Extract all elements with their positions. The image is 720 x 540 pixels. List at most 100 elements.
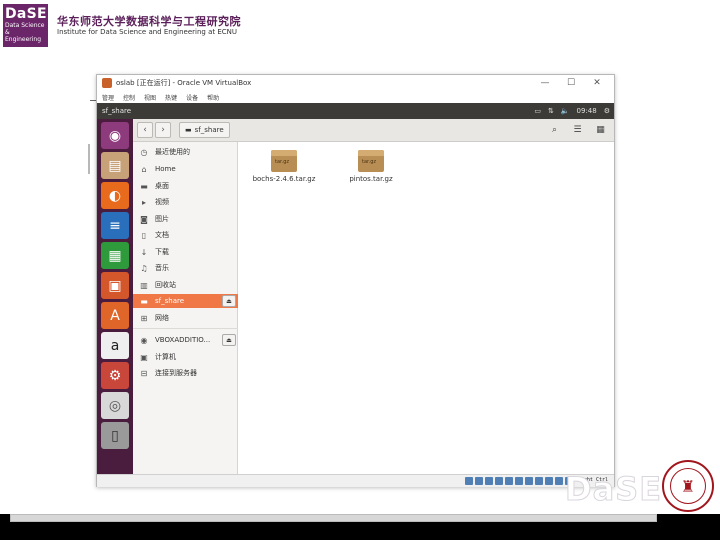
audio-icon[interactable] (484, 477, 493, 485)
files-toolbar: ‹ › ▬ sf_share ⌕ ☰ ▦ (133, 119, 614, 142)
drive-icon: ▬ (185, 126, 192, 134)
institute-name-cn: 华东师范大学数据科学与工程研究院 (57, 15, 241, 28)
close-button[interactable]: ✕ (584, 76, 610, 90)
back-button[interactable]: ‹ (137, 122, 153, 138)
camera-icon: ◙ (140, 214, 148, 224)
panel-indicators: ▭ ⇅ 🔈 09:48 ⚙ (534, 103, 610, 119)
volume-icon[interactable]: 🔈 (561, 107, 570, 115)
menu-control[interactable]: 控制 (123, 93, 135, 102)
path-bar-button[interactable]: ▬ sf_share (179, 122, 230, 138)
sidebar-item-vboxadditions[interactable]: ◉ VBOXADDITIO... ⏏ (133, 333, 238, 347)
sidebar-item-videos[interactable]: ▸ 视频 (133, 195, 238, 209)
window-titlebar[interactable]: oslab [正在运行] - Oracle VM VirtualBox — ☐ … (97, 75, 614, 91)
shared-folder-icon[interactable] (514, 477, 523, 485)
software-center-icon[interactable]: A (101, 302, 129, 329)
video-capture-icon[interactable] (534, 477, 543, 485)
dash-icon[interactable]: ◉ (101, 122, 129, 149)
video-icon: ▸ (141, 197, 146, 207)
dvd-icon[interactable]: ◎ (101, 392, 129, 419)
sidebar-item-music[interactable]: ♫ 音乐 (133, 261, 238, 275)
writer-icon[interactable]: ≡ (101, 212, 129, 239)
places-sidebar: ◷ 最近使用的 ⌂ Home ▬ 桌面 ▸ 视频 ◙ 图片 ▯ 文档 ↓ 下载 … (133, 142, 238, 474)
calc-icon[interactable]: ▦ (101, 242, 129, 269)
toolbar-actions: ⌕ ☰ ▦ (547, 122, 608, 137)
clock-icon: ◷ (140, 147, 148, 157)
unity-launcher: ◉ ▤ ◐ ≡ ▦ ▣ A a ⚙ ◎ ▯ (97, 119, 133, 474)
archive-badge: tar.gz (275, 159, 290, 165)
menu-view[interactable]: 视图 (144, 93, 156, 102)
cpu-icon[interactable] (544, 477, 553, 485)
window-title: oslab [正在运行] - Oracle VM VirtualBox (116, 79, 252, 87)
sidebar-item-desktop[interactable]: ▬ 桌面 (133, 179, 238, 193)
sidebar-item-documents[interactable]: ▯ 文档 (133, 228, 238, 242)
window-controls: — ☐ ✕ (532, 76, 610, 90)
gear-icon[interactable]: ⚙ (604, 107, 610, 115)
sidebar-divider (133, 328, 238, 329)
logo-text: DaSE (5, 6, 47, 22)
usb-icon[interactable] (504, 477, 513, 485)
firefox-icon[interactable]: ◐ (101, 182, 129, 209)
sidebar-item-label: sf_share (155, 297, 185, 305)
sidebar-item-trash[interactable]: ▥ 回收站 (133, 278, 238, 292)
hdd-icon[interactable] (464, 477, 473, 485)
trash-icon[interactable]: ▯ (101, 422, 129, 449)
footer-bar (0, 514, 720, 540)
menu-hotkeys[interactable]: 热键 (165, 93, 177, 102)
vm-statusbar: Right Ctrl (97, 474, 614, 487)
sidebar-item-label: 视频 (155, 198, 169, 206)
sidebar-item-computer[interactable]: ▣ 计算机 (133, 350, 238, 364)
file-name: bochs-2.4.6.tar.gz (252, 175, 316, 183)
eject-icon[interactable]: ⏏ (222, 295, 236, 307)
sidebar-item-network[interactable]: ⊞ 网络 (133, 311, 238, 325)
document-icon: ▯ (141, 230, 147, 240)
panel-title: sf_share (102, 107, 132, 115)
footer-strip (10, 514, 657, 522)
disc-icon: ◉ (140, 335, 148, 345)
music-icon: ♫ (140, 263, 148, 273)
sidebar-item-label: 连接到服务器 (155, 369, 197, 377)
display-icon[interactable] (524, 477, 533, 485)
optical-drive-icon[interactable] (474, 477, 483, 485)
sidebar-item-home[interactable]: ⌂ Home (133, 162, 238, 176)
virtualbox-icon (102, 78, 112, 88)
archive-badge: tar.gz (362, 159, 377, 165)
menu-devices[interactable]: 设备 (186, 93, 198, 102)
sidebar-item-recent[interactable]: ◷ 最近使用的 (133, 145, 238, 159)
list-view-icon[interactable]: ☰ (570, 122, 585, 137)
folder-icon: ▬ (140, 181, 148, 191)
forward-button[interactable]: › (155, 122, 171, 138)
sidebar-item-pictures[interactable]: ◙ 图片 (133, 212, 238, 226)
grid-view-icon[interactable]: ▦ (593, 122, 608, 137)
sidebar-item-downloads[interactable]: ↓ 下载 (133, 245, 238, 259)
file-item[interactable]: tar.gz pintos.tar.gz (336, 150, 406, 183)
drive-icon: ▬ (140, 296, 148, 306)
file-name: pintos.tar.gz (349, 175, 393, 183)
institute-name-en: Institute for Data Science and Engineeri… (57, 28, 237, 36)
file-item[interactable]: tar.gz bochs-2.4.6.tar.gz (249, 150, 319, 183)
dase-logo: DaSE Data Science & Engineering (3, 4, 48, 47)
sidebar-item-label: 下载 (155, 248, 169, 256)
sidebar-item-label: 桌面 (155, 182, 169, 190)
ubuntu-top-panel: sf_share ▭ ⇅ 🔈 09:48 ⚙ (97, 103, 614, 119)
download-icon: ↓ (140, 247, 148, 257)
impress-icon[interactable]: ▣ (101, 272, 129, 299)
network-icon[interactable]: ⇅ (548, 107, 554, 115)
path-label: sf_share (194, 126, 224, 134)
maximize-button[interactable]: ☐ (558, 76, 584, 90)
sidebar-item-label: 回收站 (155, 281, 176, 289)
menu-help[interactable]: 帮助 (207, 93, 219, 102)
amazon-icon[interactable]: a (101, 332, 129, 359)
mouse-integration-icon[interactable] (554, 477, 563, 485)
eject-icon[interactable]: ⏏ (222, 334, 236, 346)
trash-icon: ▥ (140, 280, 148, 290)
sidebar-item-connect-server[interactable]: ⊟ 连接到服务器 (133, 366, 238, 380)
network-adapter-icon[interactable] (494, 477, 503, 485)
minimize-button[interactable]: — (532, 76, 558, 90)
keyboard-icon[interactable]: ▭ (534, 107, 541, 115)
files-icon[interactable]: ▤ (101, 152, 129, 179)
sidebar-item-sf-share[interactable]: ▬ sf_share ⏏ (133, 294, 238, 308)
search-icon[interactable]: ⌕ (547, 122, 562, 137)
clock[interactable]: 09:48 (577, 107, 597, 115)
system-settings-icon[interactable]: ⚙ (101, 362, 129, 389)
menu-manage[interactable]: 管理 (102, 93, 114, 102)
